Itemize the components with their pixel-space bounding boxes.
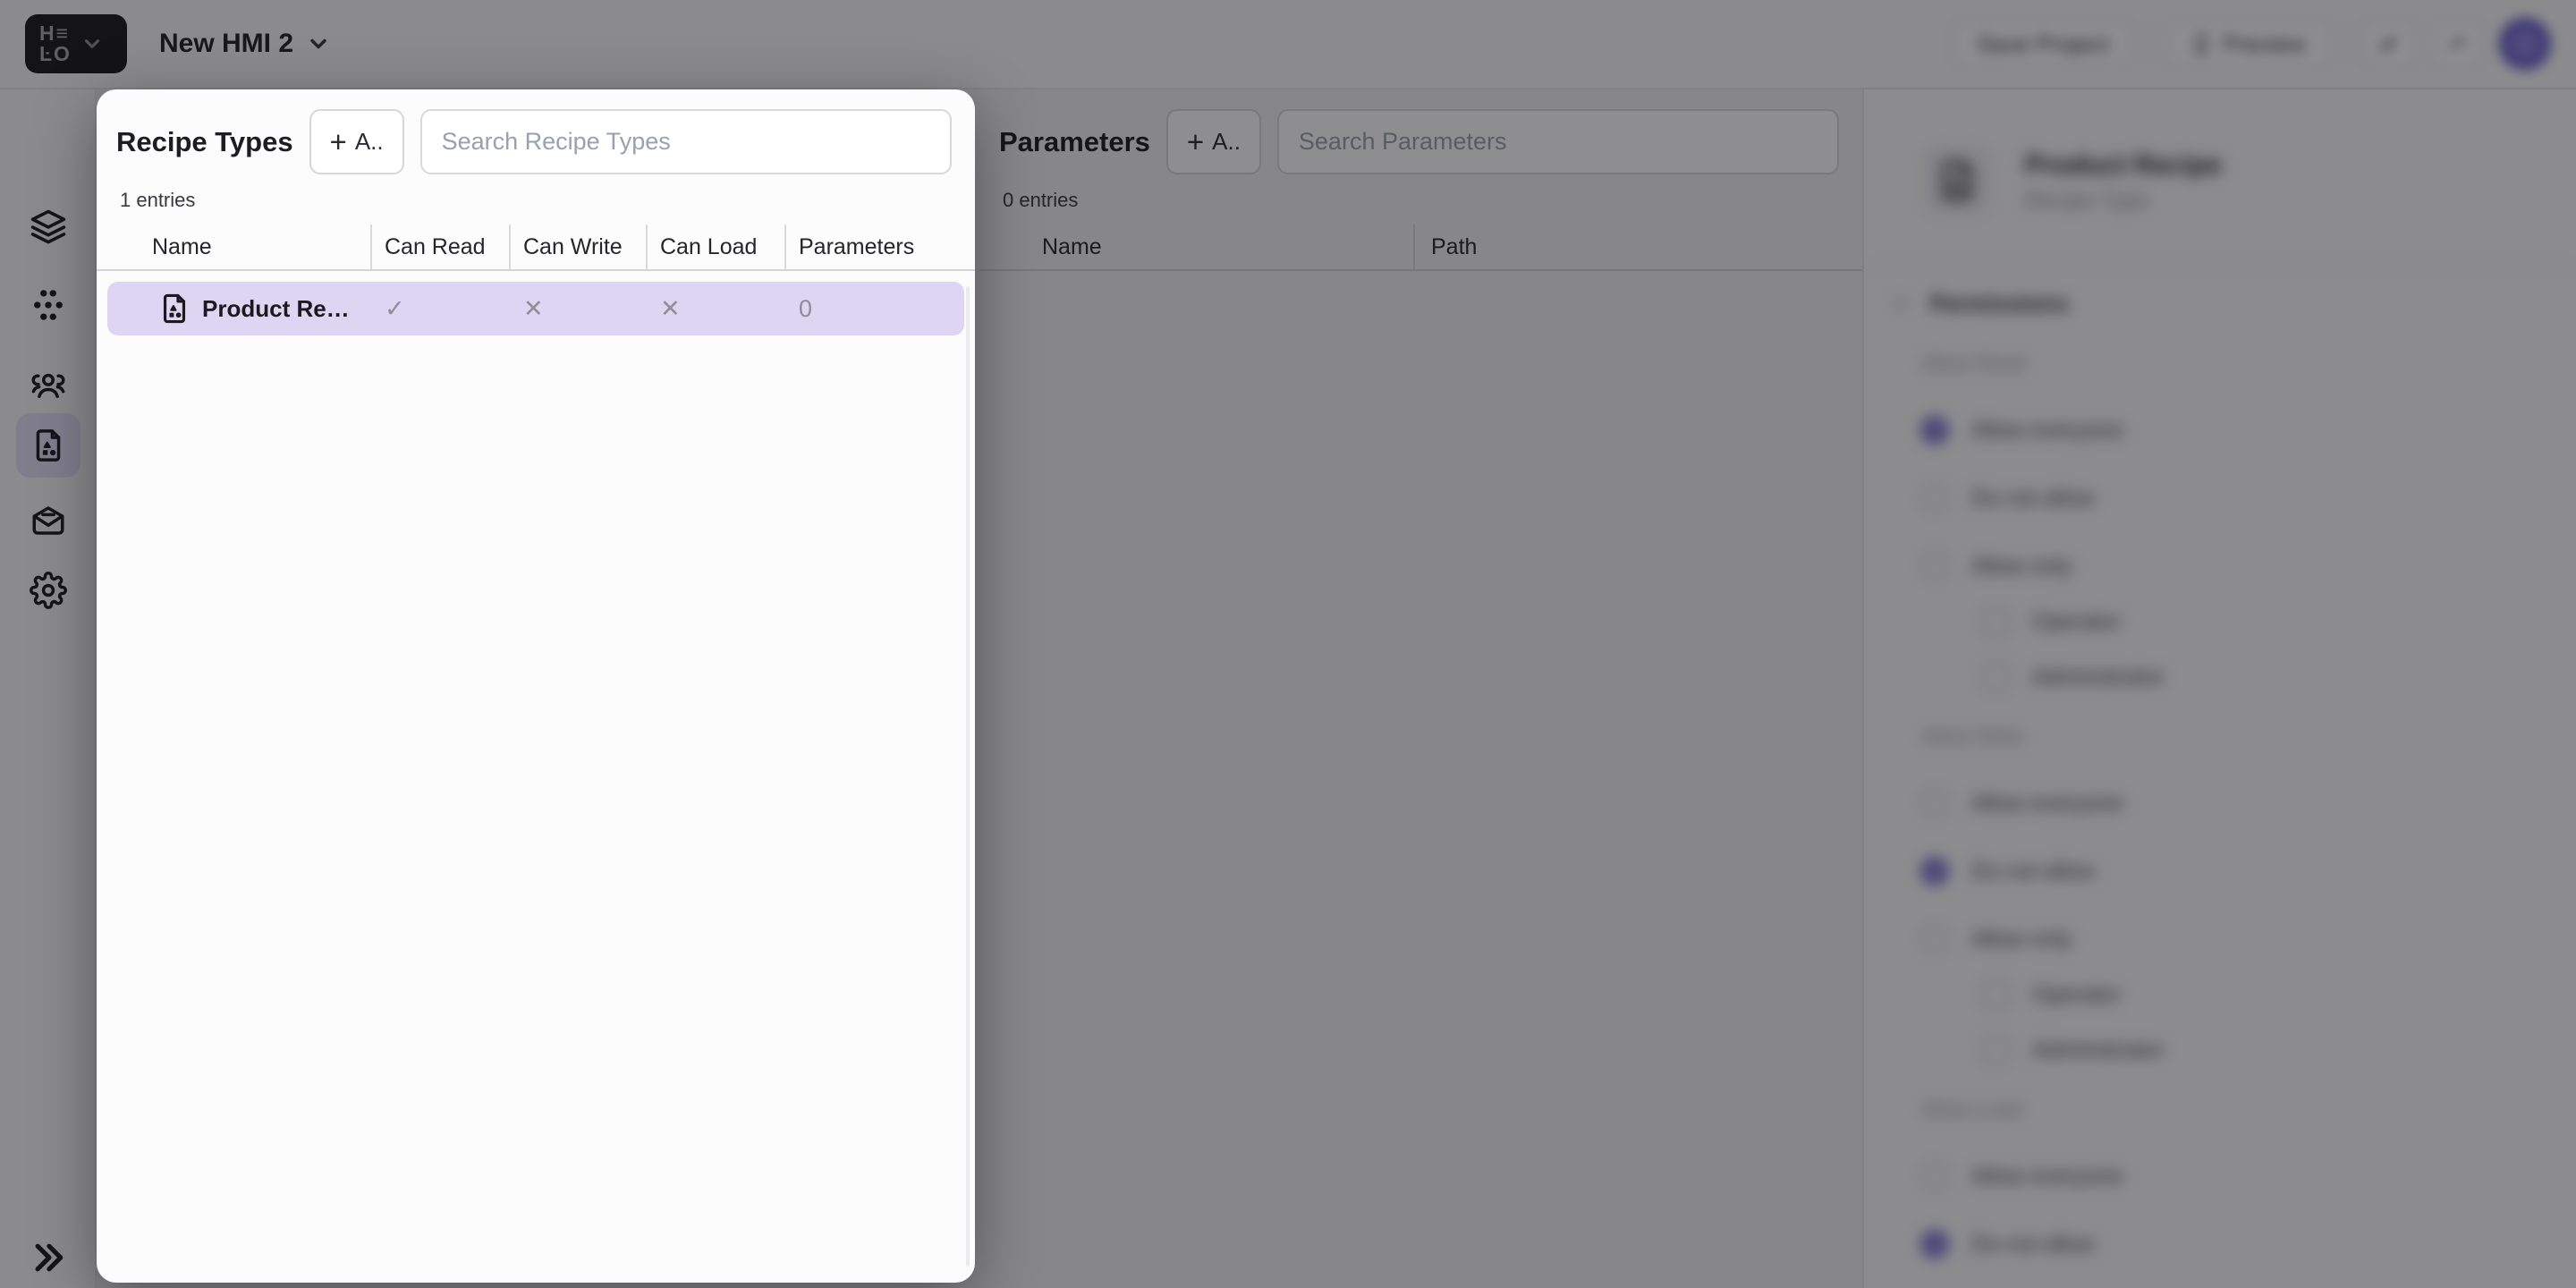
app-screen: H≡ ĿO New HMI 2 Save Project Preview Par… (0, 0, 2576, 1288)
panel-title: Recipe Types (116, 125, 293, 157)
scrollbar[interactable] (966, 286, 970, 1267)
add-button-label: A.. (354, 128, 384, 155)
recipe-file-icon (163, 293, 186, 324)
row-name-cell: Product Re… (107, 292, 370, 326)
parameters-count-value: 0 (799, 294, 813, 322)
search-recipe-types-input[interactable] (419, 109, 952, 174)
column-header-parameters: Parameters (784, 225, 975, 269)
row-name: Product Re… (202, 294, 350, 322)
table-row[interactable]: Product Re… ✓ ✕ ✕ 0 (107, 282, 964, 335)
column-header-can-load: Can Load (646, 225, 784, 269)
entries-count: 1 entries (120, 189, 196, 211)
recipe-types-panel: Recipe Types + A.. 1 entries Name Can Re… (97, 89, 975, 1283)
column-header-name: Name (152, 233, 212, 259)
plus-icon: + (329, 125, 347, 158)
column-header-can-read: Can Read (370, 225, 509, 269)
recipe-types-panel-header: Recipe Types + A.. (97, 89, 975, 174)
can-load-value: ✕ (660, 294, 681, 322)
can-read-value: ✓ (385, 294, 405, 322)
column-header-can-write: Can Write (509, 225, 646, 269)
can-write-value: ✕ (523, 294, 544, 322)
add-recipe-type-button[interactable]: + A.. (309, 109, 404, 174)
recipe-types-table-header: Name Can Read Can Write Can Load Paramet… (97, 225, 975, 271)
